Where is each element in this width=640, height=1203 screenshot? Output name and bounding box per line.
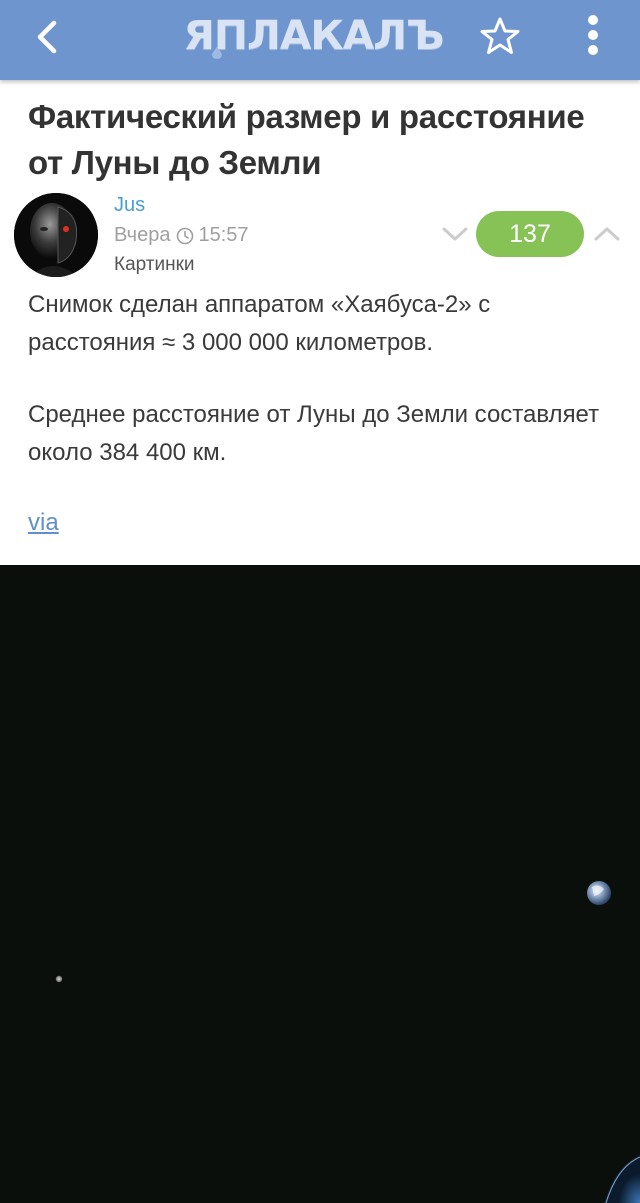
post-time: 15:57 (198, 224, 249, 246)
post-category[interactable]: Картинки (114, 254, 195, 276)
post-paragraph: Среднее расстояние от Луны до Земли сост… (28, 401, 600, 466)
via-link[interactable]: via (28, 509, 59, 537)
more-options-button[interactable] (570, 10, 616, 60)
star-outline-icon (480, 17, 520, 54)
post-date: Вчера (114, 224, 171, 246)
chevron-up-icon (594, 227, 620, 241)
post-timestamp: Вчера 15:57 (114, 224, 249, 247)
post-title: Фактический размер и расстояние от Луны … (28, 98, 585, 181)
moon-icon (55, 975, 63, 983)
space-photo (0, 565, 640, 1203)
top-app-bar: ЯПЛАКАЛЪ (0, 0, 640, 80)
back-button[interactable] (22, 12, 72, 62)
vote-up-button[interactable] (590, 220, 624, 248)
logo-drop-icon (212, 47, 222, 59)
post-image[interactable] (0, 565, 640, 1203)
more-vertical-icon (588, 15, 598, 55)
chevron-down-icon (442, 227, 468, 241)
avatar[interactable] (14, 193, 98, 277)
favorite-button[interactable] (476, 12, 524, 60)
avatar-image (14, 193, 98, 277)
clock-icon (177, 227, 194, 244)
vote-down-button[interactable] (438, 220, 472, 248)
chevron-left-icon (37, 20, 57, 54)
rating-badge: 137 (476, 211, 584, 257)
author-name[interactable]: Jus (114, 194, 145, 217)
app-logo[interactable]: ЯПЛАКАЛЪ (183, 10, 444, 62)
post-paragraph: Снимок сделан аппаратом «Хаябуса-2» с ра… (28, 291, 491, 356)
